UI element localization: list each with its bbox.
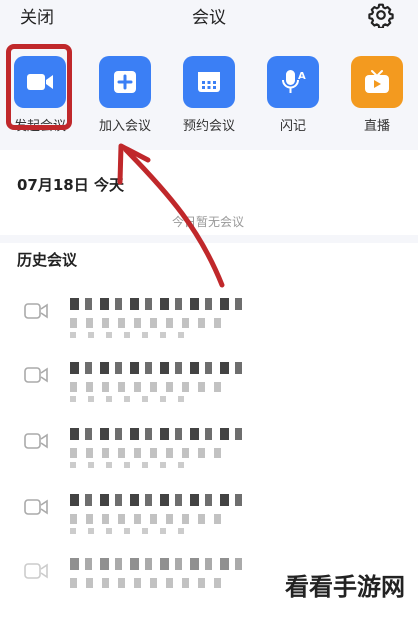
- video-camera-icon: [24, 499, 48, 515]
- video-camera-icon: [24, 563, 48, 579]
- video-camera-icon: [24, 433, 48, 449]
- blurred-meeting-time: [70, 578, 230, 588]
- gear-icon[interactable]: [368, 2, 394, 28]
- history-section-title: 历史会议: [17, 251, 78, 269]
- blurred-meeting-time: [70, 448, 230, 458]
- blurred-meeting-title: [70, 428, 245, 440]
- schedule-meeting-label: 预约会议: [182, 119, 235, 134]
- watermark-text: 看看手游网: [285, 573, 405, 601]
- live-label: 直播: [363, 119, 390, 134]
- blurred-meeting-title: [70, 362, 245, 374]
- blurred-meeting-time: [70, 318, 230, 328]
- section-divider: [0, 235, 418, 243]
- blurred-meeting-time: [70, 514, 230, 524]
- tv-play-icon: [351, 56, 403, 108]
- blurred-meeting-detail: [70, 396, 190, 402]
- blurred-meeting-title: [70, 494, 245, 506]
- blurred-meeting-detail: [70, 528, 190, 534]
- live-button[interactable]: 直播: [342, 56, 412, 134]
- join-meeting-label: 加入会议: [98, 119, 151, 134]
- page-title: 会议: [192, 8, 226, 28]
- blurred-meeting-title: [70, 558, 245, 570]
- flash-note-button[interactable]: A 闪记: [258, 56, 328, 134]
- flash-note-label: 闪记: [279, 119, 306, 134]
- today-date-label: 07月18日 今天: [17, 176, 124, 194]
- blurred-meeting-detail: [70, 462, 190, 468]
- microphone-icon: A: [267, 56, 319, 108]
- blurred-meeting-detail: [70, 332, 190, 338]
- history-meeting-row[interactable]: [0, 494, 418, 558]
- empty-state-text: 今日暂无会议: [172, 215, 245, 229]
- schedule-meeting-button[interactable]: 预约会议: [174, 56, 244, 134]
- calendar-icon: [183, 56, 235, 108]
- annotation-highlight-box: [6, 44, 72, 130]
- history-meeting-row[interactable]: [0, 362, 418, 426]
- history-meeting-row[interactable]: [0, 428, 418, 492]
- history-meeting-row[interactable]: [0, 298, 418, 362]
- plus-icon: [99, 56, 151, 108]
- blurred-meeting-title: [70, 298, 245, 310]
- video-camera-icon: [24, 303, 48, 319]
- join-meeting-button[interactable]: 加入会议: [90, 56, 160, 134]
- svg-text:A: A: [298, 71, 306, 82]
- video-camera-icon: [24, 367, 48, 383]
- blurred-meeting-time: [70, 382, 230, 392]
